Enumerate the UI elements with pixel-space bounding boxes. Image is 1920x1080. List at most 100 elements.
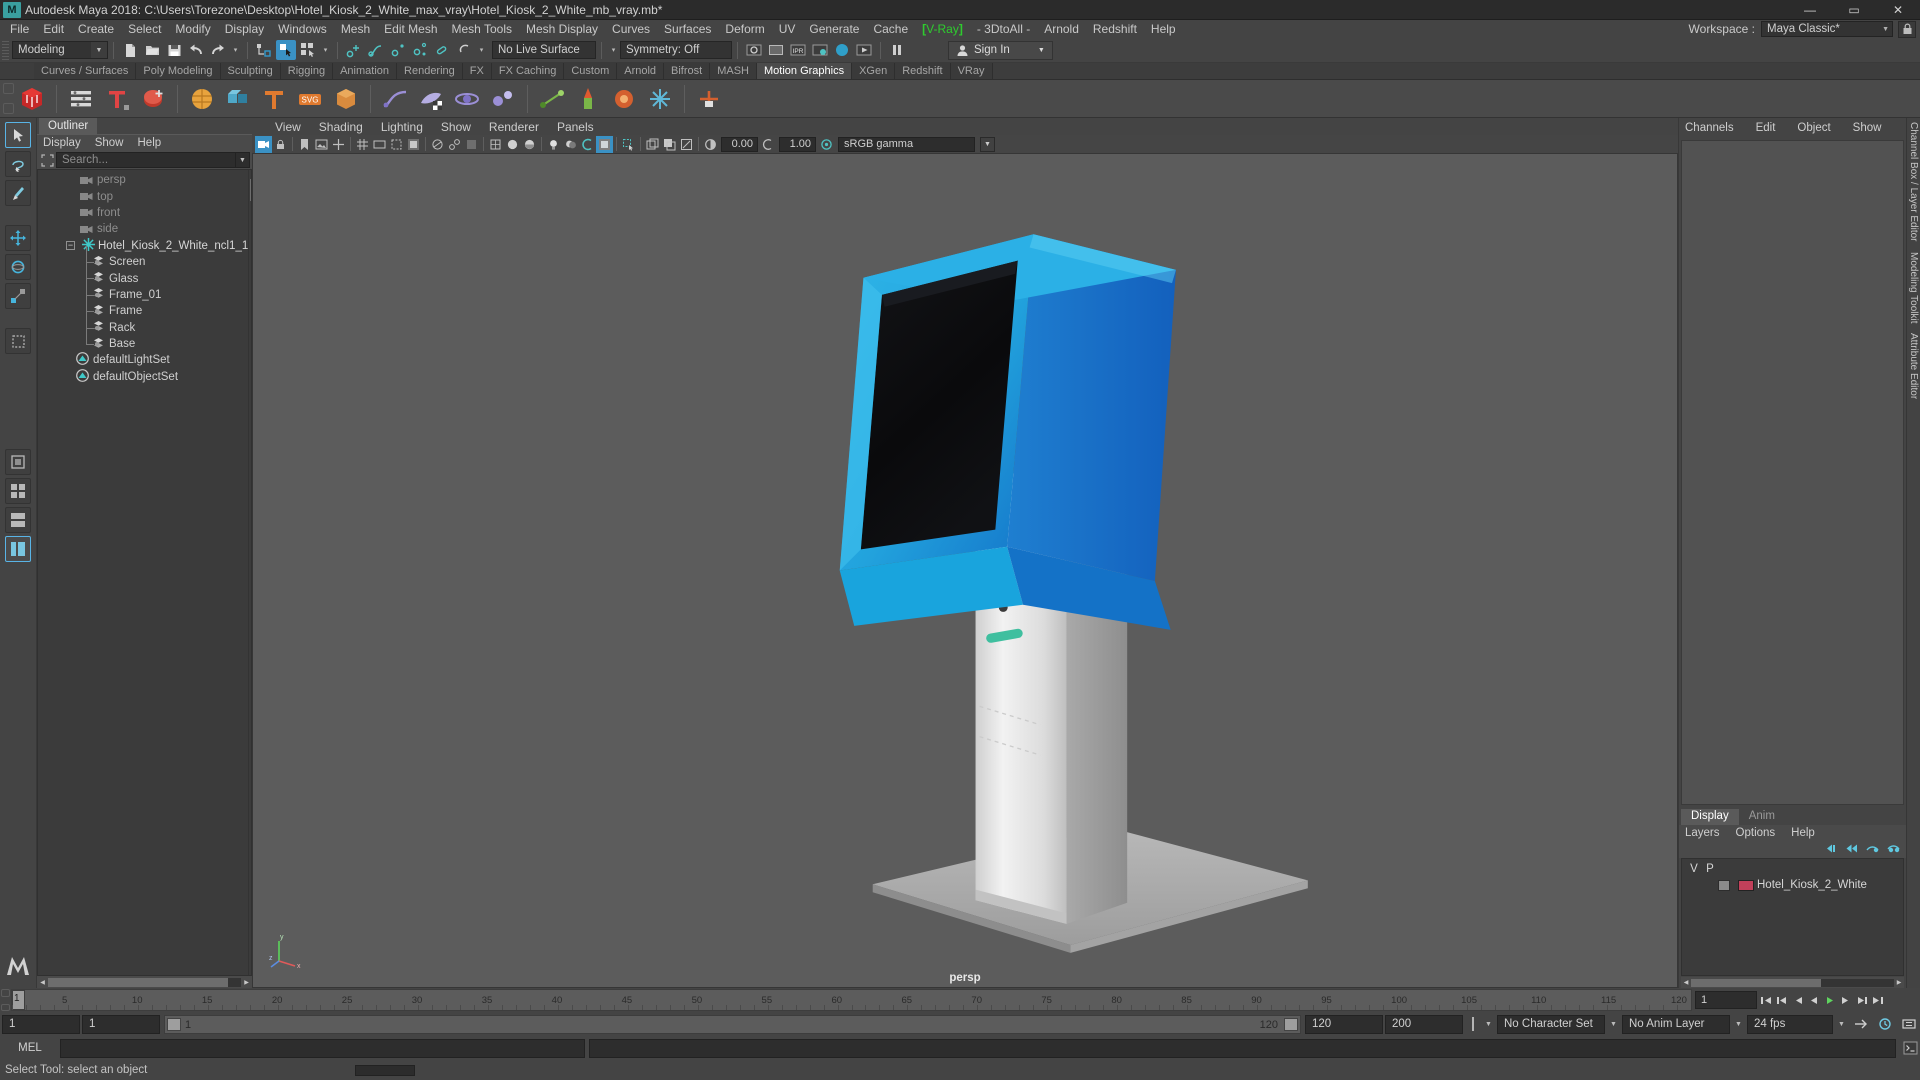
- outliner-item-top[interactable]: top: [38, 188, 248, 204]
- menu-mesh-tools[interactable]: Mesh Tools: [445, 20, 519, 38]
- sign-in-button[interactable]: Sign In ▼: [948, 40, 1053, 60]
- scrollbar-track[interactable]: [1691, 978, 1894, 987]
- outliner-menu-help[interactable]: Help: [138, 137, 162, 149]
- viewport-menu-panels[interactable]: Panels: [548, 120, 603, 134]
- character-set-field[interactable]: No Character Set: [1497, 1014, 1605, 1034]
- undo-dropdown[interactable]: ▾: [229, 41, 242, 59]
- scroll-left-icon[interactable]: ◀: [37, 977, 48, 988]
- animation-preferences-button[interactable]: [1874, 1015, 1896, 1034]
- mash-network-icon[interactable]: [16, 83, 48, 115]
- menu-curves[interactable]: Curves: [605, 20, 657, 38]
- anim-end-field[interactable]: 120: [1305, 1014, 1383, 1034]
- snap-dropdown[interactable]: ▾: [475, 41, 488, 59]
- mash-curve-icon[interactable]: [379, 83, 411, 115]
- go-to-start-icon[interactable]: [1758, 991, 1773, 1009]
- mash-placer-icon[interactable]: [693, 83, 725, 115]
- shelf-tab-sculpting[interactable]: Sculpting: [220, 63, 281, 79]
- outliner-item-hotel-kiosk-group[interactable]: − Hotel_Kiosk_2_White_ncl1_1: [38, 237, 248, 254]
- outliner-item-screen[interactable]: Screen: [38, 254, 248, 270]
- anim-layer-field[interactable]: No Anim Layer: [1622, 1014, 1730, 1034]
- workspace-dropdown[interactable]: Maya Classic* ▼: [1761, 21, 1893, 37]
- two-view-layout-button[interactable]: [5, 507, 31, 533]
- use-all-lights-icon[interactable]: [545, 136, 562, 153]
- scrollbar-track[interactable]: [48, 977, 241, 987]
- symmetry-field[interactable]: Symmetry: Off: [620, 41, 732, 59]
- mash-menu-icon[interactable]: [65, 83, 97, 115]
- 2d-pan-zoom-icon[interactable]: [330, 136, 347, 153]
- current-frame-field[interactable]: 1: [1695, 991, 1757, 1009]
- anim-start-field[interactable]: 1: [82, 1014, 160, 1034]
- scrollbar-thumb[interactable]: [1691, 978, 1821, 987]
- menu-vray[interactable]: [V-Ray]: [915, 20, 970, 38]
- anim-layer-dropdown-arrow[interactable]: ▼: [1607, 1021, 1620, 1028]
- film-gate-toggle-icon[interactable]: [661, 136, 678, 153]
- playback-range-icon[interactable]: [1465, 1015, 1480, 1034]
- xray-icon[interactable]: [429, 136, 446, 153]
- menu-arnold[interactable]: Arnold: [1037, 20, 1086, 38]
- scroll-left-icon[interactable]: ◀: [1681, 978, 1691, 988]
- scrollbar-thumb[interactable]: [48, 977, 228, 987]
- lock-camera-icon[interactable]: [272, 136, 289, 153]
- shelf-tab-xgen[interactable]: XGen: [852, 63, 896, 79]
- outliner-menu-display[interactable]: Display: [43, 137, 81, 149]
- layer-rewind-icon[interactable]: [1846, 843, 1858, 857]
- smooth-shade-icon[interactable]: [504, 136, 521, 153]
- mash-add-node-icon[interactable]: [137, 83, 169, 115]
- outliner-item-base[interactable]: Base: [38, 336, 248, 352]
- command-input-field[interactable]: [60, 1038, 585, 1058]
- ipr-button[interactable]: IPR: [788, 40, 808, 60]
- outliner-item-persp[interactable]: persp: [38, 172, 248, 188]
- shelf-tab-vray[interactable]: VRay: [950, 63, 993, 79]
- display-layer-list[interactable]: V P Hotel_Kiosk_2_White: [1681, 858, 1904, 976]
- menu-3dtoall[interactable]: - 3DtoAll -: [970, 20, 1037, 38]
- grid-icon[interactable]: [354, 136, 371, 153]
- step-back-key-icon[interactable]: [1790, 991, 1805, 1009]
- smooth-shade-textured-icon[interactable]: [521, 136, 538, 153]
- menu-create[interactable]: Create: [71, 20, 121, 38]
- go-to-end-icon[interactable]: [1870, 991, 1885, 1009]
- command-language-button[interactable]: MEL: [4, 1039, 56, 1058]
- move-tool-button[interactable]: [5, 225, 31, 251]
- layer-menu-options[interactable]: Options: [1736, 827, 1776, 839]
- color-management-dropdown[interactable]: ▼: [980, 136, 995, 152]
- outliner-search-dropdown[interactable]: ▼: [236, 152, 250, 168]
- play-forwards-icon[interactable]: [1822, 991, 1837, 1009]
- time-slider[interactable]: 1 5 10 15 20 25 30 35 40 45 50 55 60 65 70 75 80 85 90 95 1…: [11, 989, 1692, 1011]
- outliner-horizontal-scrollbar[interactable]: ◀ ▶: [37, 976, 252, 988]
- film-gate-icon[interactable]: [371, 136, 388, 153]
- menu-help[interactable]: Help: [1144, 20, 1183, 38]
- menu-display[interactable]: Display: [218, 20, 271, 38]
- layer-row[interactable]: Hotel_Kiosk_2_White: [1682, 877, 1903, 893]
- range-end-field[interactable]: 200: [1385, 1014, 1463, 1034]
- statusline-grip[interactable]: [2, 40, 9, 60]
- render-view-button[interactable]: [744, 40, 764, 60]
- shelf-tab-arnold[interactable]: Arnold: [617, 63, 665, 79]
- menu-edit[interactable]: Edit: [36, 20, 71, 38]
- mash-type-icon[interactable]: [258, 83, 290, 115]
- snap-point-button[interactable]: [388, 40, 408, 60]
- playback-options-button[interactable]: [1898, 1015, 1920, 1034]
- render-current-frame-button[interactable]: [766, 40, 786, 60]
- shelf-tab-curves-surfaces[interactable]: Curves / Surfaces: [34, 63, 137, 79]
- snap-view-plane-button[interactable]: [432, 40, 452, 60]
- menu-modify[interactable]: Modify: [168, 20, 217, 38]
- chevron-down-icon[interactable]: ▼: [1835, 1021, 1848, 1028]
- exposure-icon[interactable]: [702, 136, 719, 153]
- wireframe-icon[interactable]: [487, 136, 504, 153]
- select-object-button[interactable]: [276, 40, 296, 60]
- shelf-tab-redshift[interactable]: Redshift: [895, 63, 951, 79]
- outliner-item-side[interactable]: side: [38, 221, 248, 237]
- shadows-icon[interactable]: [562, 136, 579, 153]
- mash-dynamics-icon[interactable]: [487, 83, 519, 115]
- grid-toggle-icon[interactable]: [644, 136, 661, 153]
- image-plane-icon[interactable]: [313, 136, 330, 153]
- layer-menu-help[interactable]: Help: [1791, 827, 1815, 839]
- script-editor-button[interactable]: [1900, 1039, 1920, 1058]
- menu-generate[interactable]: Generate: [802, 20, 866, 38]
- outliner-tree[interactable]: persp top front side − Hotel_Kiosk_2_Whi…: [37, 169, 252, 976]
- outliner-search-input[interactable]: [56, 152, 236, 168]
- motion-blur-icon[interactable]: [596, 135, 613, 153]
- menu-select[interactable]: Select: [121, 20, 168, 38]
- last-tool-button[interactable]: [5, 328, 31, 354]
- viewport-menu-renderer[interactable]: Renderer: [480, 120, 548, 134]
